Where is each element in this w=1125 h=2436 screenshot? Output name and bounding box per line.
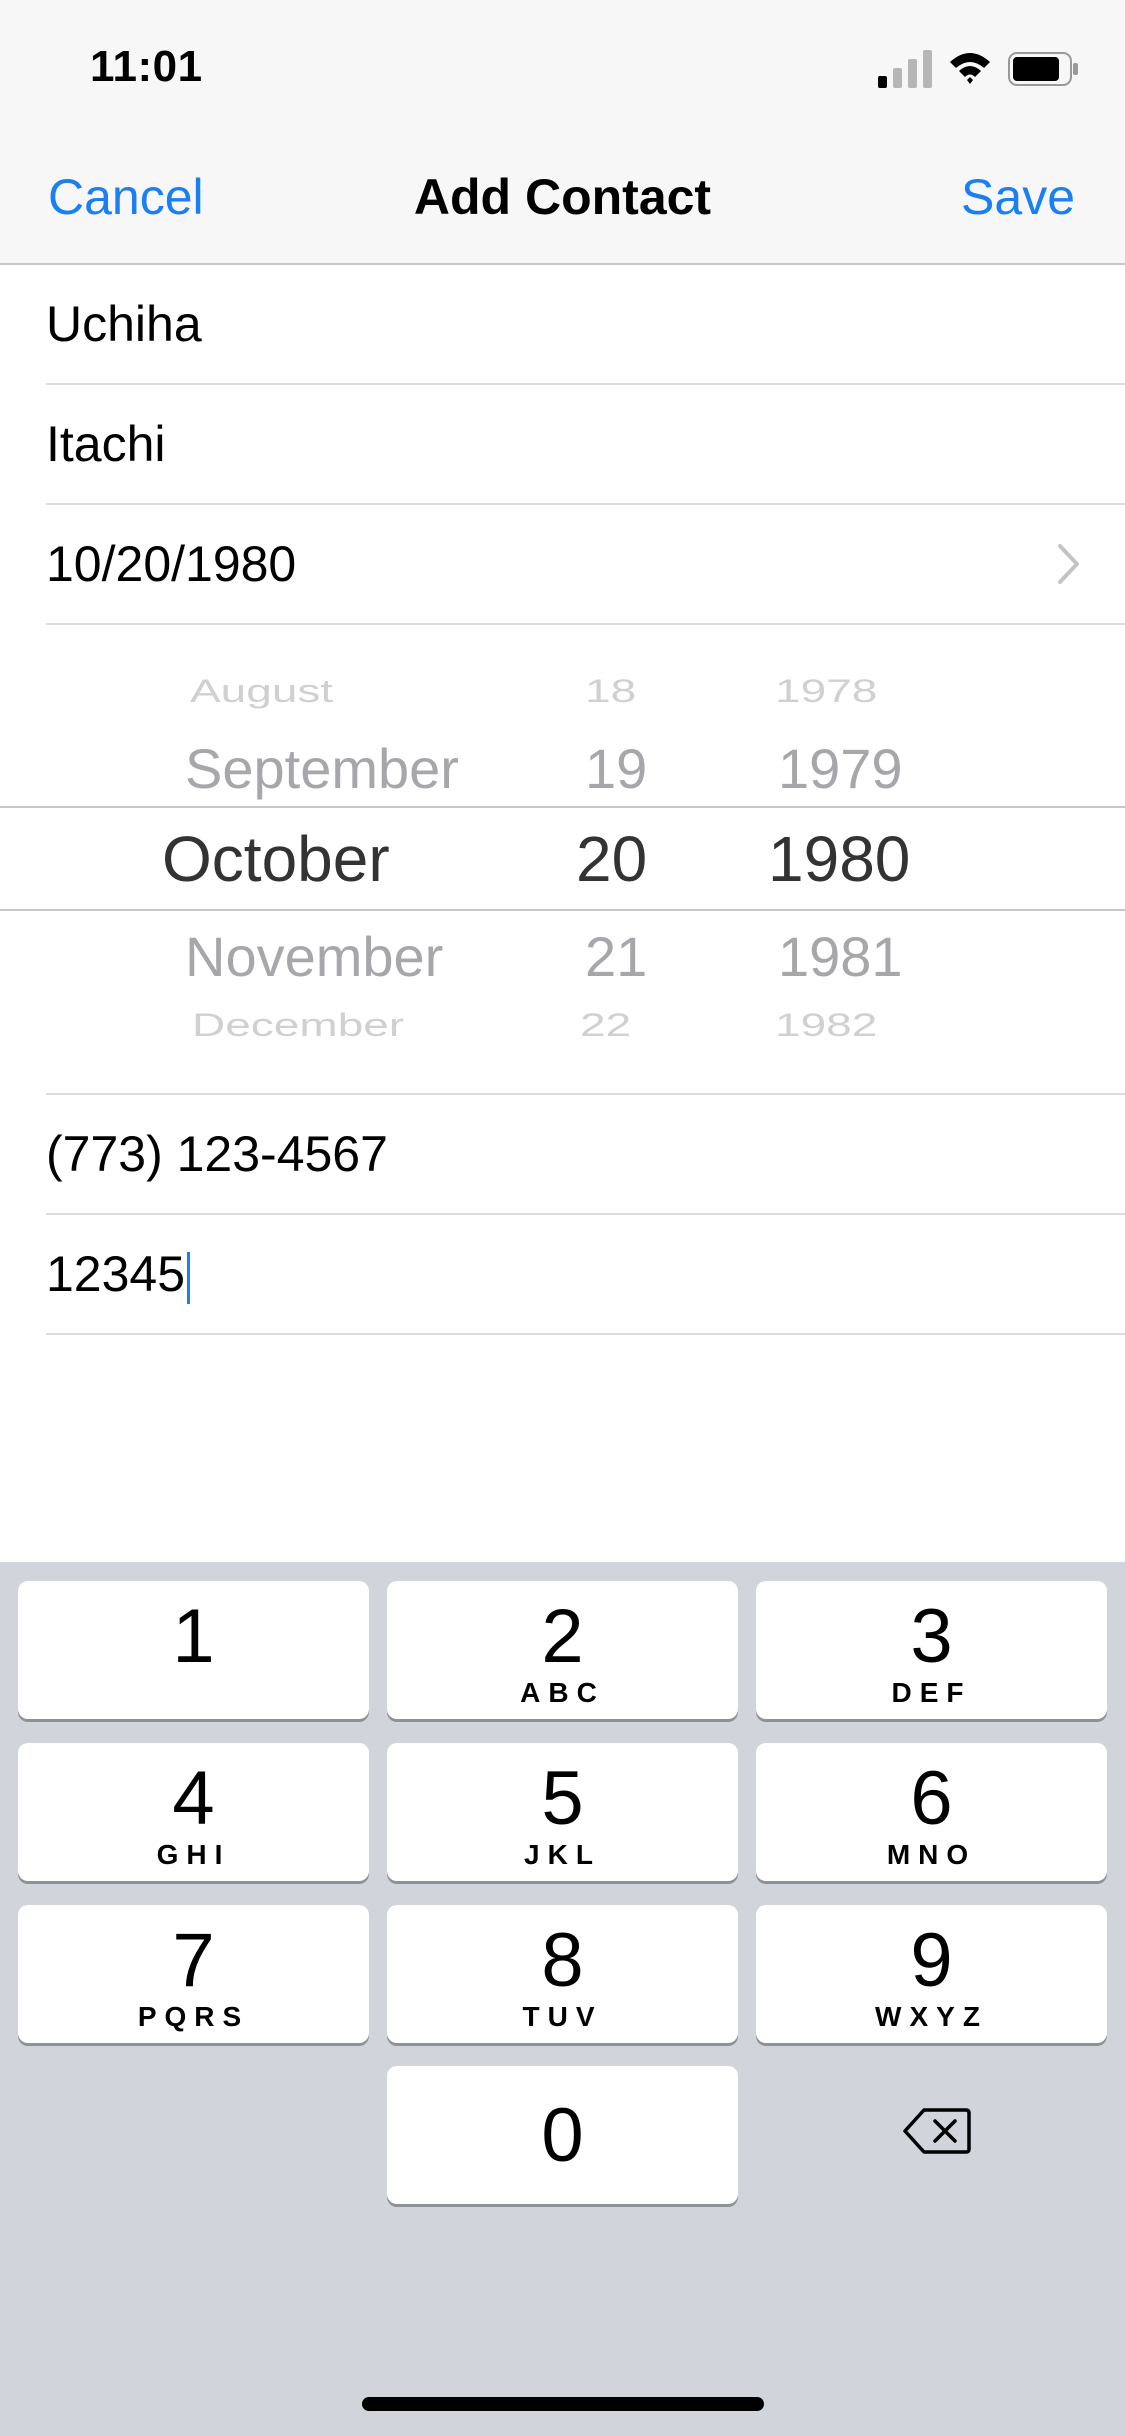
picker-day-option[interactable]: 22 [580,1006,631,1044]
key-3[interactable]: 3 DEF [756,1581,1107,1719]
picker-year-selected[interactable]: 1980 [768,822,910,896]
first-name-field[interactable]: Itachi [46,385,1125,505]
key-letters: JKL [524,1839,601,1870]
birthday-field[interactable]: 10/20/1980 [46,505,1125,625]
picker-month-option[interactable]: August [190,672,333,710]
first-name-value: Itachi [46,416,166,472]
key-number: 0 [541,2093,584,2178]
picker-day-option[interactable]: 19 [585,736,647,801]
key-letters: DEF [891,1677,972,1708]
key-number: 2 [541,1594,584,1679]
save-button[interactable]: Save [961,168,1075,226]
key-number: 3 [910,1594,953,1679]
key-1[interactable]: 1 [18,1581,369,1719]
key-number: 8 [541,1918,584,2003]
picker-day-option[interactable]: 21 [585,924,647,989]
key-letters: GHI [156,1839,231,1870]
key-8[interactable]: 8 TUV [387,1905,738,2043]
picker-year-option[interactable]: 1978 [775,672,877,710]
status-time: 11:01 [90,42,203,91]
chevron-right-icon [1058,544,1079,584]
key-7[interactable]: 7 PQRS [18,1905,369,2043]
zip-value: 12345 [46,1245,191,1304]
key-0[interactable]: 0 [387,2066,738,2204]
key-letters: WXYZ [875,2001,988,2032]
picker-month-selected[interactable]: October [162,822,390,896]
key-letters: PQRS [137,2001,250,2032]
key-number: 6 [910,1756,953,1841]
backspace-icon[interactable] [902,2106,972,2156]
key-4[interactable]: 4 GHI [18,1743,369,1881]
date-picker[interactable]: August September October November Decemb… [0,626,1125,1094]
picker-year-option[interactable]: 1981 [778,924,903,989]
phone-value: (773) 123-4567 [46,1126,388,1182]
zip-field[interactable]: 12345 [46,1215,1125,1335]
key-number: 1 [172,1594,215,1679]
picker-year-option[interactable]: 1982 [775,1006,877,1044]
home-indicator [362,2397,764,2411]
picker-day-selected[interactable]: 20 [576,822,647,896]
text-cursor [187,1251,191,1304]
last-name-value: Uchiha [46,296,202,352]
cellular-signal-icon [878,50,932,88]
key-number: 9 [910,1918,953,2003]
key-6[interactable]: 6 MNO [756,1743,1107,1881]
key-number: 5 [541,1756,584,1841]
wifi-icon [950,53,990,84]
key-number: 7 [172,1918,215,2003]
last-name-field[interactable]: Uchiha [46,265,1125,385]
page-title: Add Contact [413,169,712,225]
picker-selection-top-line [0,806,1125,808]
picker-selection-bottom-line [0,909,1125,911]
picker-month-option[interactable]: September [185,736,459,801]
key-letters: TUV [522,2001,603,2032]
key-number: 4 [172,1756,215,1841]
key-letters: MNO [886,1839,977,1870]
key-2[interactable]: 2 ABC [387,1581,738,1719]
battery-icon [1008,52,1078,86]
phone-field[interactable]: (773) 123-4567 [46,1095,1125,1215]
key-letters: ABC [520,1677,605,1708]
picker-year-option[interactable]: 1979 [778,736,903,801]
birthday-value: 10/20/1980 [46,536,297,592]
key-9[interactable]: 9 WXYZ [756,1905,1107,2043]
picker-month-option[interactable]: December [192,1006,404,1044]
key-5[interactable]: 5 JKL [387,1743,738,1881]
picker-day-option[interactable]: 18 [585,672,636,710]
picker-month-option[interactable]: November [185,924,443,989]
